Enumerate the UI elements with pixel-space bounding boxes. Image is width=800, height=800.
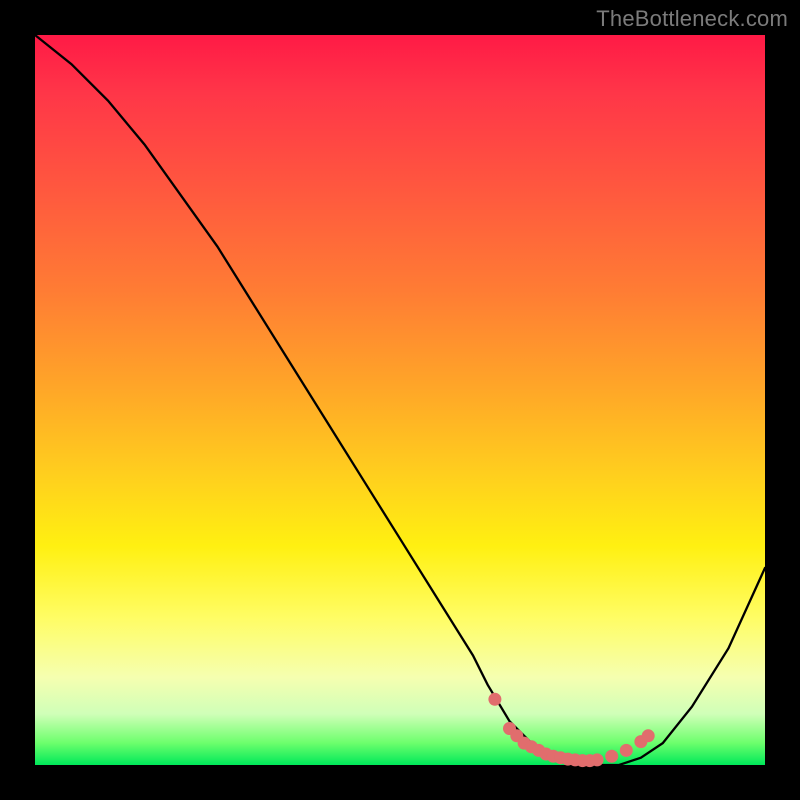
optimal-range-dot [488, 693, 501, 706]
optimal-range-dot [620, 744, 633, 757]
optimal-range-dots [488, 693, 654, 767]
bottleneck-curve [35, 35, 765, 765]
optimal-range-dot [605, 750, 618, 763]
watermark-text: TheBottleneck.com [596, 6, 788, 32]
plot-area [35, 35, 765, 765]
optimal-range-dot [591, 753, 604, 766]
chart-frame: TheBottleneck.com [0, 0, 800, 800]
optimal-range-dot [642, 729, 655, 742]
chart-svg [35, 35, 765, 765]
